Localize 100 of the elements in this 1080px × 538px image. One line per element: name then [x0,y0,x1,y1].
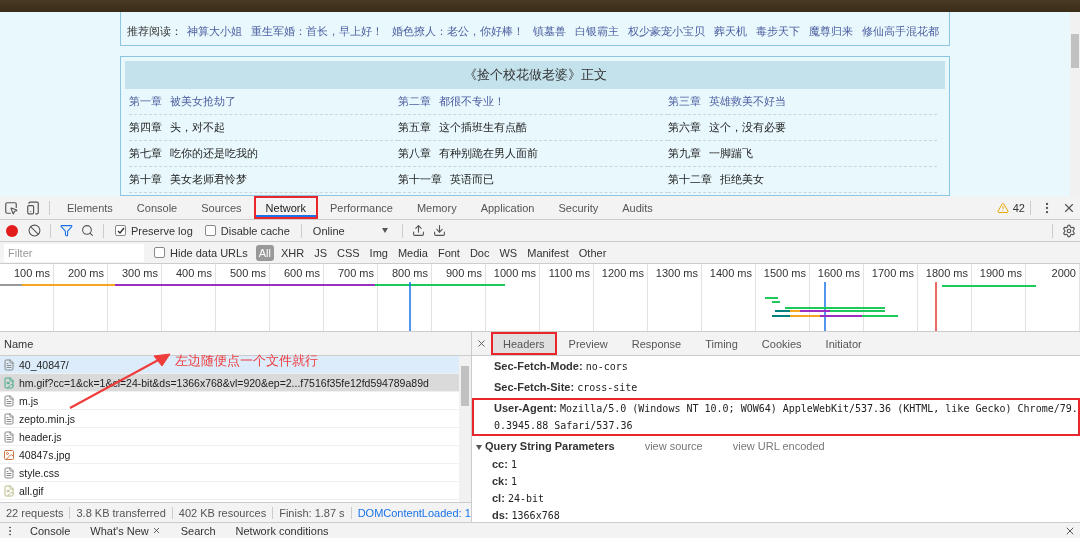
drawer-tab[interactable]: Console [20,524,81,537]
chapter-link[interactable]: 第十一章 英语而已 [398,167,668,193]
recommend-link[interactable]: 镇墓兽 [533,24,566,39]
document-icon [3,358,15,371]
devtools-tab[interactable]: Network [253,196,318,219]
section-title[interactable]: Query String Parameters [476,440,615,452]
summary-item: 402 KB resources [172,506,274,519]
close-icon[interactable] [476,338,487,349]
search-icon[interactable] [81,224,94,237]
device-icon[interactable] [26,200,40,215]
type-filter[interactable]: Media [394,244,431,261]
drawer-tab[interactable]: Network conditions [225,524,339,537]
tick-label: 1400 ms [708,266,753,279]
header-row-text: Sec-Fetch-Mode: no-cors [493,359,629,374]
tick-label: 1500 ms [762,266,807,279]
header-row: User-Agent: Mozilla/5.0 (Windows NT 10.0; WOW64) AppleWebKit/537.36 (KHTML, like Gecko) Chrome/79.0.3945.88 Safari/537.36 [472,398,1080,436]
chapter-link[interactable]: 第十二章 拒绝美女 [667,167,937,193]
drawer-tab[interactable]: What's New [80,524,171,537]
image-file-icon [3,448,15,461]
recommend-link[interactable]: 魔尊归来 [809,24,853,39]
param-row-text: ck: 1 [492,474,518,489]
request-row[interactable]: header.js [0,428,459,446]
drawer-tab[interactable]: Search [170,524,226,537]
clear-icon[interactable] [28,224,41,237]
checkbox[interactable]: Hide data URLs [154,246,248,259]
detail-tab[interactable]: Timing [693,332,750,355]
recommend-link[interactable]: 重生军婚：首长，早上好！ [251,24,383,39]
filter-icon[interactable] [60,224,73,237]
chapter-link[interactable]: 第一章 被美女抢劫了 [129,89,399,115]
recommend-link[interactable]: 权少豪宠小宝贝 [628,24,705,39]
view-link[interactable]: view URL encoded [732,440,825,452]
detail-tab[interactable]: Preview [556,332,620,355]
view-link[interactable]: view source [644,440,703,452]
chapter-link[interactable]: 第十章 美女老师君怜梦 [129,167,399,193]
checkbox[interactable]: Preserve log [115,224,193,237]
download-icon[interactable] [432,224,446,237]
tick-label: 1800 ms [924,266,969,279]
recommend-link[interactable]: 葬天机 [714,24,747,39]
tick-label: 400 ms [174,266,213,279]
chapter-link[interactable]: 第三章 英雄救美不好当 [667,89,937,115]
close-icon[interactable] [151,526,161,535]
tick-label: 1900 ms [978,266,1023,279]
tick-label: 1300 ms [654,266,699,279]
recommend-link[interactable]: 白银霸主 [575,24,619,39]
devtools-tab[interactable]: Audits [610,196,665,219]
recommend-link[interactable]: 神算大小姐 [187,24,242,39]
param-row-text: cl: 24-bit [492,491,546,506]
tick-label: 800 ms [390,266,429,279]
devtools-tab[interactable]: Console [124,196,190,219]
devtools-tab[interactable]: Memory [404,196,469,219]
chapter-link[interactable]: 第四章 头，对不起 [129,115,399,141]
detail-tab[interactable]: Response [619,332,694,355]
param-row-text: cc: 1 [492,457,518,472]
recommend-label: 推荐阅读： [127,24,182,39]
chapter-link[interactable]: 第六章 这个，没有必要 [667,115,937,141]
type-filter[interactable]: Other [575,244,610,261]
type-filter[interactable]: Manifest [524,244,572,261]
check-icon [116,226,125,235]
request-row[interactable]: style.css [0,464,459,482]
detail-tab[interactable]: Cookies [749,332,814,355]
request-row[interactable]: all.gif [0,482,459,500]
inspect-icon[interactable] [4,200,18,215]
header-row-text: Sec-Fetch-Site: cross-site [493,380,639,395]
devtools-tab[interactable]: Application [468,196,547,219]
chapter-link[interactable]: 第八章 有种别跪在男人面前 [398,141,668,167]
type-filter[interactable]: WS [496,244,521,261]
warning-icon [996,201,1009,214]
devtools-tab[interactable]: Security [546,196,611,219]
recommend-link[interactable]: 修仙高手混花都 [862,24,939,39]
type-filter[interactable]: JS [311,244,330,261]
request-row[interactable]: zepto.min.js [0,410,459,428]
type-filter[interactable]: CSS [333,244,363,261]
chapter-link[interactable]: 第五章 这个插班生有点酷 [398,115,668,141]
recommend-link[interactable]: 婚色撩人：老公，你好棒！ [392,24,524,39]
type-filter[interactable]: Img [366,244,391,261]
settings-icon[interactable] [1062,223,1076,238]
detail-tab[interactable]: Headers [491,332,557,355]
detail-tab[interactable]: Initiator [813,332,874,355]
devtools-tab[interactable]: Elements [55,196,125,219]
record-button[interactable] [6,224,18,237]
summary-item: Finish: 1.87 s [273,506,352,519]
checkbox[interactable]: Disable cache [204,224,290,237]
devtools-tab[interactable]: Sources [189,196,254,219]
chapter-link[interactable]: 第七章 吃你的还是吃我的 [129,141,399,167]
document-icon [3,412,15,425]
tick-label: 2000 [1050,266,1077,279]
chapter-link[interactable]: 第九章 一脚踹飞 [667,141,937,167]
tick-label: 100 ms [12,266,51,279]
request-row[interactable]: m.js [0,392,459,410]
type-filter[interactable]: XHR [277,244,308,261]
type-filter[interactable]: Font [434,244,463,261]
filter-input[interactable]: Filter [4,243,144,262]
chapter-link[interactable]: 第二章 都很不专业！ [398,89,668,115]
upload-icon[interactable] [411,224,425,237]
tick-label: 1000 ms [492,266,537,279]
type-filter[interactable]: Doc [466,244,493,261]
devtools-tab[interactable]: Performance [317,196,405,219]
throttling-select[interactable]: Online [306,224,397,237]
tick-label: 700 ms [336,266,375,279]
recommend-link[interactable]: 毒步天下 [756,24,800,39]
